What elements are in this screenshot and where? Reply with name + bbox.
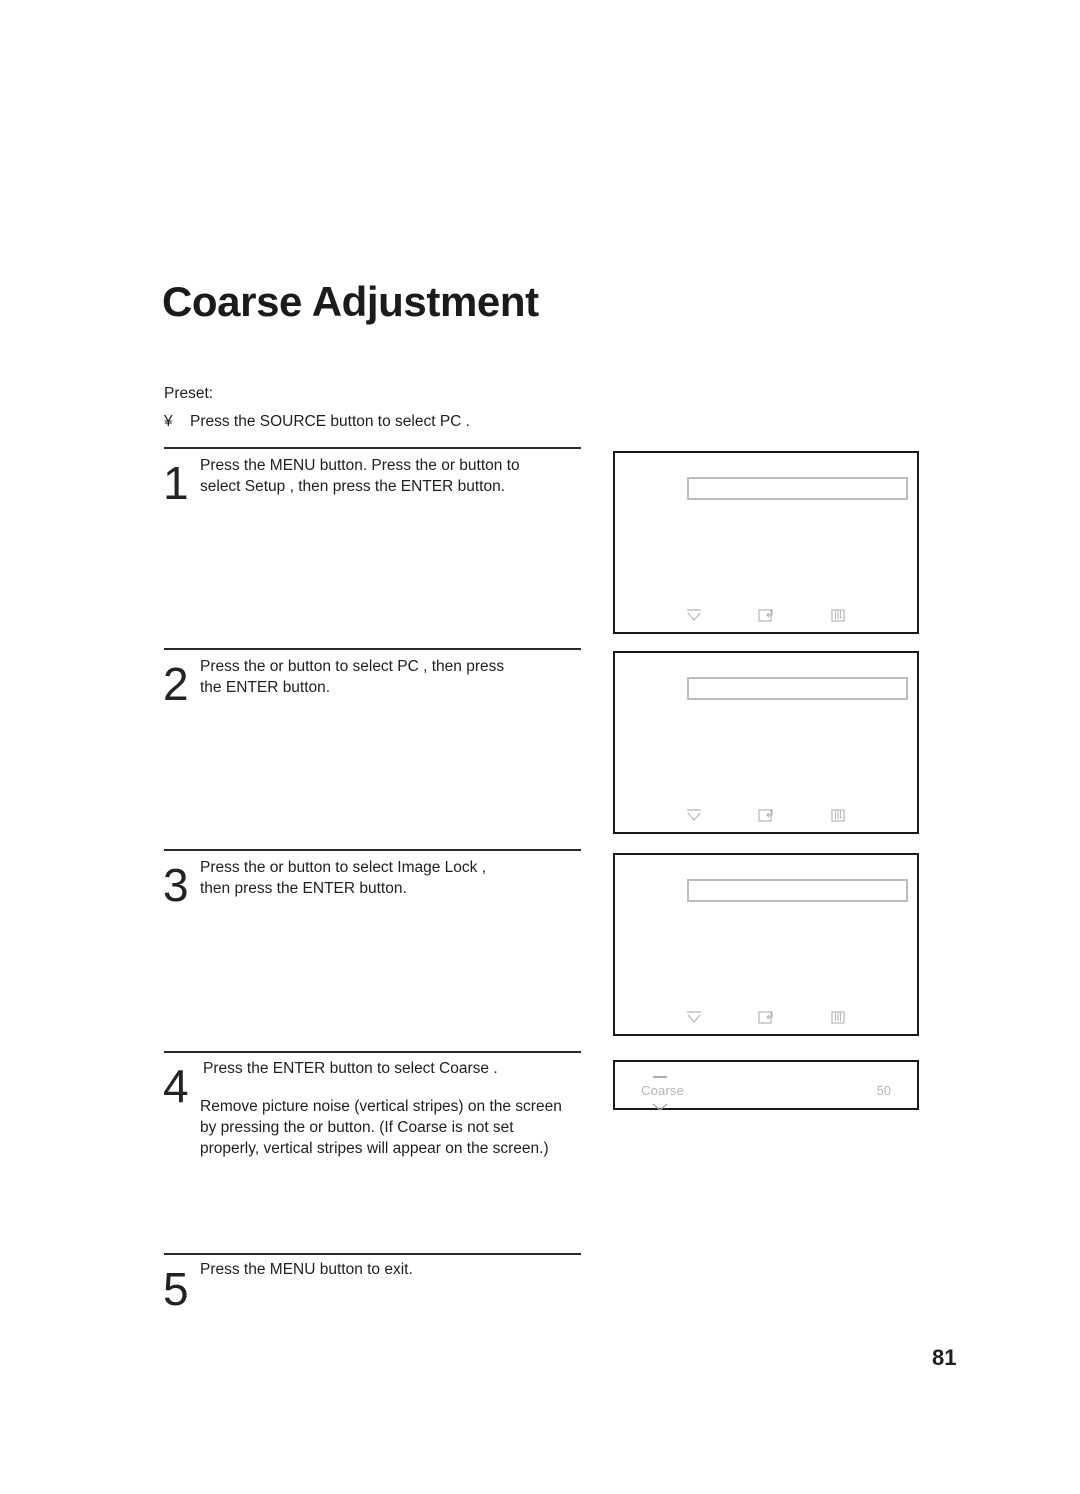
step-text-3-line-2: then press the ENTER button. — [200, 879, 407, 897]
osd-screen-step-3 — [613, 853, 919, 1036]
step-divider-2 — [164, 648, 581, 650]
slider-down-chevron-icon — [652, 1103, 668, 1111]
enter-icon — [758, 609, 773, 622]
osd-screen-step-2 — [613, 651, 919, 834]
osd-highlight-bar-2 — [687, 677, 908, 700]
step-number-4: 4 — [163, 1060, 189, 1112]
move-down-icon — [687, 1011, 701, 1023]
step-text-1: Press the MENU button. Press the or butt… — [200, 456, 600, 498]
osd-highlight-bar-3 — [687, 879, 908, 902]
page-number: 81 — [932, 1345, 957, 1370]
step-divider-3 — [164, 849, 581, 851]
move-down-icon — [687, 809, 701, 821]
step-text-2: Press the or button to select PC , then … — [200, 657, 600, 699]
step-number-2: 2 — [163, 658, 189, 710]
step-text-5-line-1: Press the MENU button to exit. — [200, 1261, 413, 1278]
slider-up-mark-icon — [653, 1076, 667, 1078]
step-text-3: Press the or button to select Image Lock… — [200, 858, 600, 900]
osd-slider-coarse: Coarse 50 — [613, 1060, 919, 1111]
step-text-2-line-2: the ENTER button. — [200, 678, 331, 696]
step-text-4-line-5: properly, vertical stripes will appear o… — [200, 1139, 549, 1157]
manual-page: Coarse Adjustment Preset: ¥ Press the SOU… — [0, 0, 1080, 1494]
enter-icon — [758, 809, 773, 822]
step-divider-1 — [164, 447, 581, 449]
step-number-3: 3 — [163, 859, 189, 911]
step-text-3-line-1: Press the or button to select Image Lock… — [200, 859, 487, 876]
osd-footer-1 — [615, 604, 917, 626]
step-text-4-intro: Press the ENTER button to select Coarse … — [203, 1059, 603, 1080]
step-number-5: 5 — [163, 1263, 189, 1315]
slider-label: Coarse — [641, 1083, 685, 1098]
step-text-4-line-1: Press the ENTER button to select Coarse … — [203, 1060, 498, 1077]
preset-label: Preset: — [164, 385, 214, 402]
step-text-5: Press the MENU button to exit. — [200, 1260, 600, 1281]
step-text-1-line-1: Press the MENU button. Press the or butt… — [200, 457, 520, 474]
menu-exit-icon — [831, 609, 845, 622]
step-number-1: 1 — [163, 457, 189, 509]
menu-exit-icon — [831, 1011, 845, 1024]
step-divider-4 — [164, 1051, 581, 1053]
step-text-4-line-3: Remove picture noise (vertical stripes) … — [200, 1098, 562, 1115]
move-down-icon — [687, 609, 701, 621]
osd-screen-step-1 — [613, 451, 919, 634]
slider-value: 50 — [876, 1083, 891, 1098]
osd-footer-2 — [615, 804, 917, 826]
preset-item: ¥ Press the SOURCE button to select PC . — [164, 413, 470, 431]
osd-footer-3 — [615, 1006, 917, 1028]
step-text-2-line-1: Press the or button to select PC , then … — [200, 658, 505, 675]
menu-exit-icon — [831, 809, 845, 822]
preset-bullet-icon: ¥ — [164, 413, 173, 430]
step-text-4-body: Remove picture noise (vertical stripes) … — [200, 1097, 600, 1160]
step-divider-5 — [164, 1253, 581, 1255]
enter-icon — [758, 1011, 773, 1024]
preset-item-text: Press the SOURCE button to select PC . — [190, 413, 470, 430]
step-text-1-line-2: select Setup , then press the ENTER butt… — [200, 477, 505, 495]
step-text-4-line-4: by pressing the or button. (If Coarse is… — [200, 1118, 514, 1136]
page-title: Coarse Adjustment — [162, 278, 539, 325]
osd-highlight-bar-1 — [687, 477, 908, 500]
